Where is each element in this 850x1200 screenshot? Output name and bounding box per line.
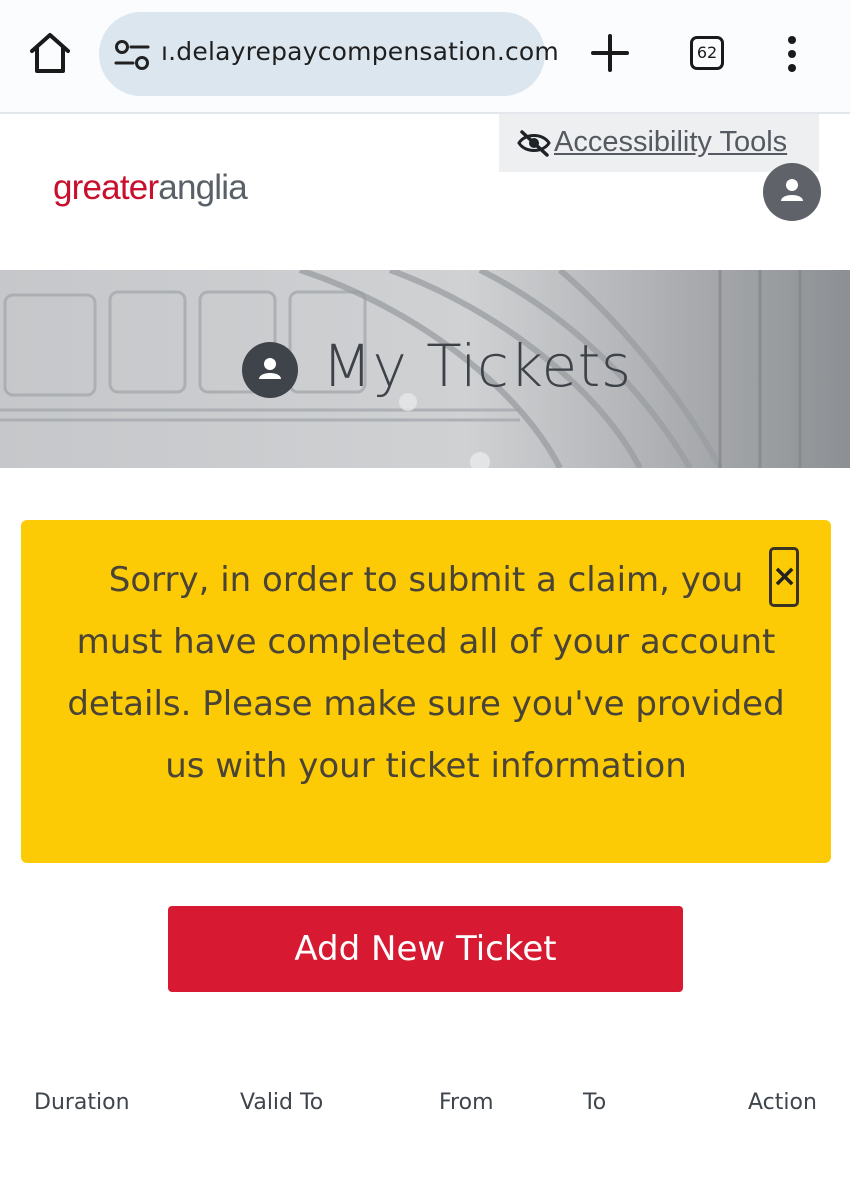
- account-button[interactable]: [763, 163, 821, 221]
- home-icon[interactable]: [27, 30, 73, 76]
- add-new-ticket-button[interactable]: Add New Ticket: [168, 906, 683, 992]
- column-header-valid-to: Valid To: [240, 1090, 324, 1115]
- close-icon[interactable]: ×: [769, 547, 799, 607]
- user-circle-icon: [242, 342, 298, 398]
- column-header-action: Action: [748, 1090, 817, 1115]
- logo-part-anglia: anglia: [158, 168, 247, 207]
- browser-toolbar: ı.delayrepaycompensation.com 62: [0, 0, 850, 114]
- column-header-to: To: [583, 1090, 607, 1115]
- tab-switcher-button[interactable]: 62: [690, 36, 724, 70]
- logo-part-greater: greater: [53, 168, 159, 207]
- greater-anglia-logo[interactable]: greateranglia: [53, 168, 248, 208]
- page-title: My Tickets: [322, 332, 632, 400]
- address-bar[interactable]: ı.delayrepaycompensation.com: [99, 12, 559, 96]
- new-tab-icon[interactable]: [590, 33, 630, 73]
- incomplete-details-alert: Sorry, in order to submit a claim, you m…: [21, 520, 831, 863]
- page-hero-banner: My Tickets: [0, 270, 850, 468]
- site-settings-icon[interactable]: [113, 38, 151, 72]
- accessibility-tools-label: Accessibility Tools: [554, 126, 788, 158]
- url-text: ı.delayrepaycompensation.com: [161, 37, 559, 66]
- user-icon: [781, 179, 803, 201]
- eye-slash-icon: [517, 130, 551, 157]
- column-header-duration: Duration: [34, 1090, 130, 1115]
- alert-message: Sorry, in order to submit a claim, you m…: [67, 560, 785, 786]
- column-header-from: From: [439, 1090, 494, 1115]
- more-menu-icon[interactable]: [782, 34, 802, 74]
